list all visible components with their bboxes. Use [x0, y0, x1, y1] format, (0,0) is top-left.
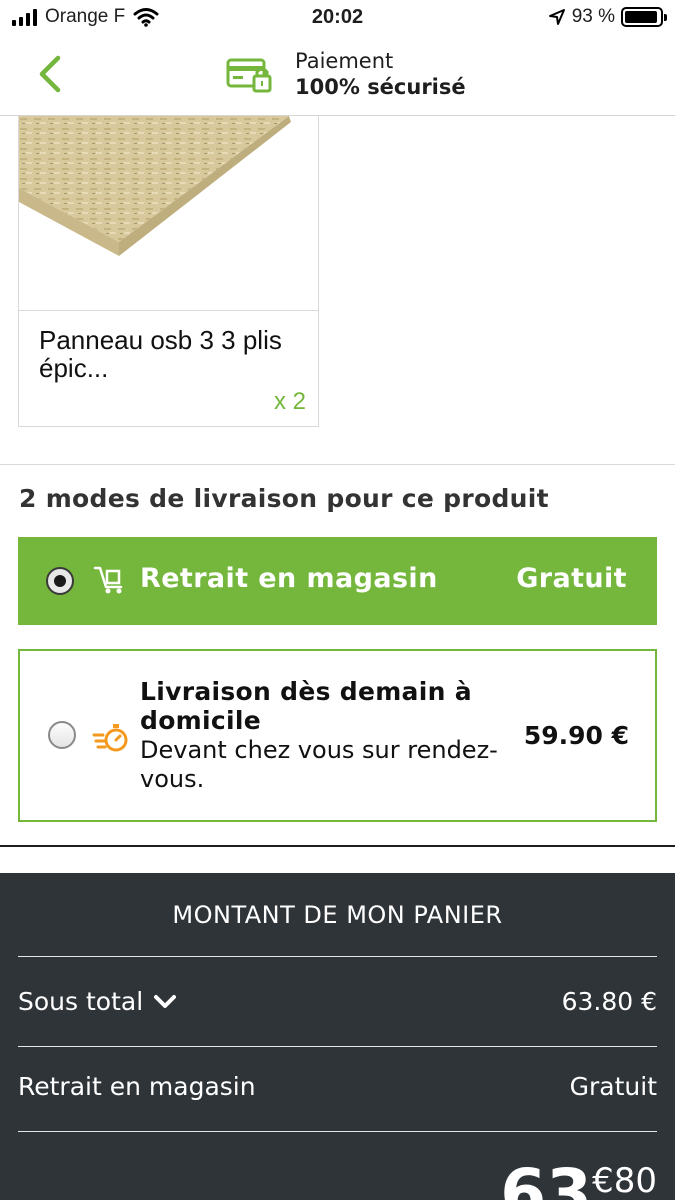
status-bar-right: 93 % — [548, 6, 667, 28]
secure-line-2: 100% sécurisé — [295, 75, 466, 99]
delivery-section-title: 2 modes de livraison pour ce produit — [19, 484, 549, 513]
secure-line-1: Paiement — [295, 49, 394, 73]
summary-title: MONTANT DE MON PANIER — [172, 901, 503, 929]
delivery-option-store-pickup[interactable]: Retrait en magasin Gratuit — [18, 537, 657, 625]
pickup-value: Gratuit — [569, 1072, 657, 1101]
home-delivery-subtitle: Devant chez vous sur rendez-vous. — [140, 736, 498, 793]
store-pickup-label: Retrait en magasin — [140, 563, 438, 594]
home-delivery-title: Livraison dès demain à domicile — [140, 677, 472, 735]
status-bar: Orange F 20:02 93 % — [0, 0, 675, 38]
total-amount: 63€80 — [500, 1155, 657, 1200]
summary-divider — [18, 1131, 657, 1132]
header: Paiement 100% sécurisé — [0, 38, 675, 116]
summary-divider — [18, 956, 657, 957]
subtotal-label: Sous total — [18, 987, 144, 1016]
location-arrow-icon — [548, 9, 565, 25]
basket-summary: MONTANT DE MON PANIER Sous total 63.80 €… — [0, 873, 675, 1200]
chevron-down-icon[interactable] — [153, 994, 177, 1010]
product-card[interactable]: Panneau osb 3 3 plis épic... x 2 — [18, 116, 319, 427]
divider — [0, 845, 675, 847]
pickup-label: Retrait en magasin — [18, 1072, 256, 1101]
radio-unselected[interactable] — [48, 721, 76, 749]
fast-delivery-icon — [92, 721, 132, 759]
secure-payment-text: Paiement 100% sécurisé — [295, 49, 466, 99]
battery-percent: 93 % — [571, 6, 615, 27]
back-button[interactable] — [30, 52, 70, 96]
summary-divider — [18, 1046, 657, 1047]
chevron-left-icon — [39, 55, 61, 93]
delivery-option-home[interactable]: Livraison dès demain à domicile Devant c… — [18, 649, 657, 822]
radio-selected[interactable] — [46, 567, 74, 595]
total-decimal: €80 — [592, 1161, 657, 1200]
subtotal-value: 63.80 € — [561, 987, 657, 1016]
divider — [0, 464, 675, 465]
total-integer: 63 — [500, 1155, 593, 1200]
battery-icon — [621, 7, 667, 27]
store-trolley-icon — [93, 565, 127, 599]
product-quantity: x 2 — [273, 388, 306, 415]
secure-payment-icon — [226, 56, 272, 98]
product-image — [19, 116, 318, 311]
product-name: Panneau osb 3 3 plis épic... — [39, 325, 282, 383]
home-delivery-price: 59.90 € — [523, 721, 629, 750]
store-pickup-price: Gratuit — [516, 563, 627, 594]
